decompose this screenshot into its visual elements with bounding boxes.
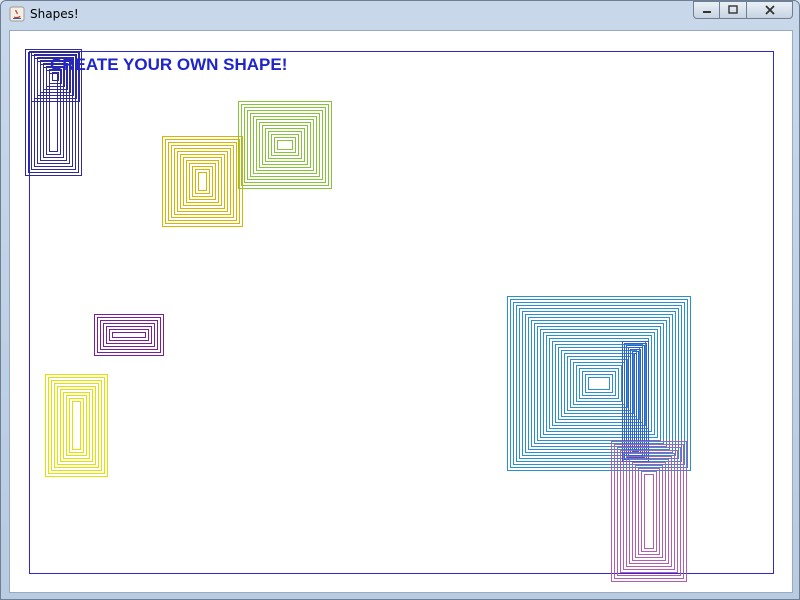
gold-shape[interactable]	[162, 136, 243, 227]
navy-shape-ring-8	[49, 73, 58, 152]
magenta-shape-ring-10	[641, 471, 657, 552]
title-bar[interactable]: Shapes!	[1, 1, 799, 27]
green-shape-ring-10	[268, 131, 302, 159]
magenta-shape-ring-8	[635, 465, 663, 558]
gold-shape-ring-11	[195, 169, 210, 194]
yellow-shape-ring-8	[69, 398, 84, 453]
maximize-button[interactable]	[720, 1, 747, 19]
green-shape[interactable]	[238, 101, 332, 189]
cyan-shape-ring-3	[516, 305, 682, 462]
navy-shape-ring-5	[40, 64, 67, 161]
canvas-heading: CREATE YOUR OWN SHAPE!	[50, 55, 288, 74]
gold-shape-ring-6	[180, 154, 225, 209]
java-app-icon	[9, 6, 25, 22]
magenta-shape-ring-5	[626, 456, 672, 567]
yellow-shape-ring-2	[51, 380, 102, 471]
blue-shape-ring-6	[634, 353, 637, 450]
cyan-shape-ring-18	[561, 350, 637, 417]
cyan-shape-ring-25	[582, 371, 616, 396]
close-button[interactable]	[747, 1, 793, 19]
green-shape-ring-7	[259, 122, 311, 168]
magenta-shape[interactable]	[611, 441, 687, 582]
magenta-shape-ring-7	[632, 462, 666, 561]
maximize-icon	[728, 5, 738, 14]
gold-shape-ring-9	[189, 163, 216, 200]
yellow-shape-ring-1	[48, 377, 105, 474]
cyan-shape-ring-23	[576, 365, 622, 402]
green-shape-ring-3	[247, 110, 323, 180]
green-shape-ring-13	[277, 140, 293, 150]
yellow-shape-ring-9	[72, 401, 81, 450]
shape-canvas[interactable]	[10, 31, 792, 592]
minimize-icon	[702, 11, 711, 13]
canvas-border	[29, 51, 774, 574]
yellow-shape-ring-3	[54, 383, 99, 468]
yellow-shape[interactable]	[45, 374, 108, 477]
window-controls	[693, 1, 793, 21]
yellow-shape-ring-5	[60, 389, 93, 462]
green-shape-ring-0	[238, 101, 332, 189]
yellow-shape-ring-6	[63, 392, 90, 459]
purple-shape-ring-5	[109, 329, 149, 341]
purple-shape-ring-6	[112, 332, 146, 338]
cyan-shape-ring-15	[552, 341, 646, 426]
gold-shape-ring-12	[198, 172, 207, 191]
close-icon	[764, 5, 775, 15]
purple-shape[interactable]	[94, 314, 164, 356]
minimize-button[interactable]	[693, 1, 720, 19]
app-window: Shapes! CREATE YOUR OWN SHAPE!	[0, 0, 800, 600]
window-title: Shapes!	[30, 7, 79, 21]
gold-shape-ring-4	[174, 148, 231, 215]
cyan-shape-ring-5	[522, 311, 676, 456]
cyan-shape-ring-27	[588, 377, 610, 390]
drawing-panel[interactable]: CREATE YOUR OWN SHAPE!	[9, 30, 793, 593]
gold-shape-ring-1	[165, 139, 240, 224]
magenta-shape-ring-11	[644, 474, 654, 549]
